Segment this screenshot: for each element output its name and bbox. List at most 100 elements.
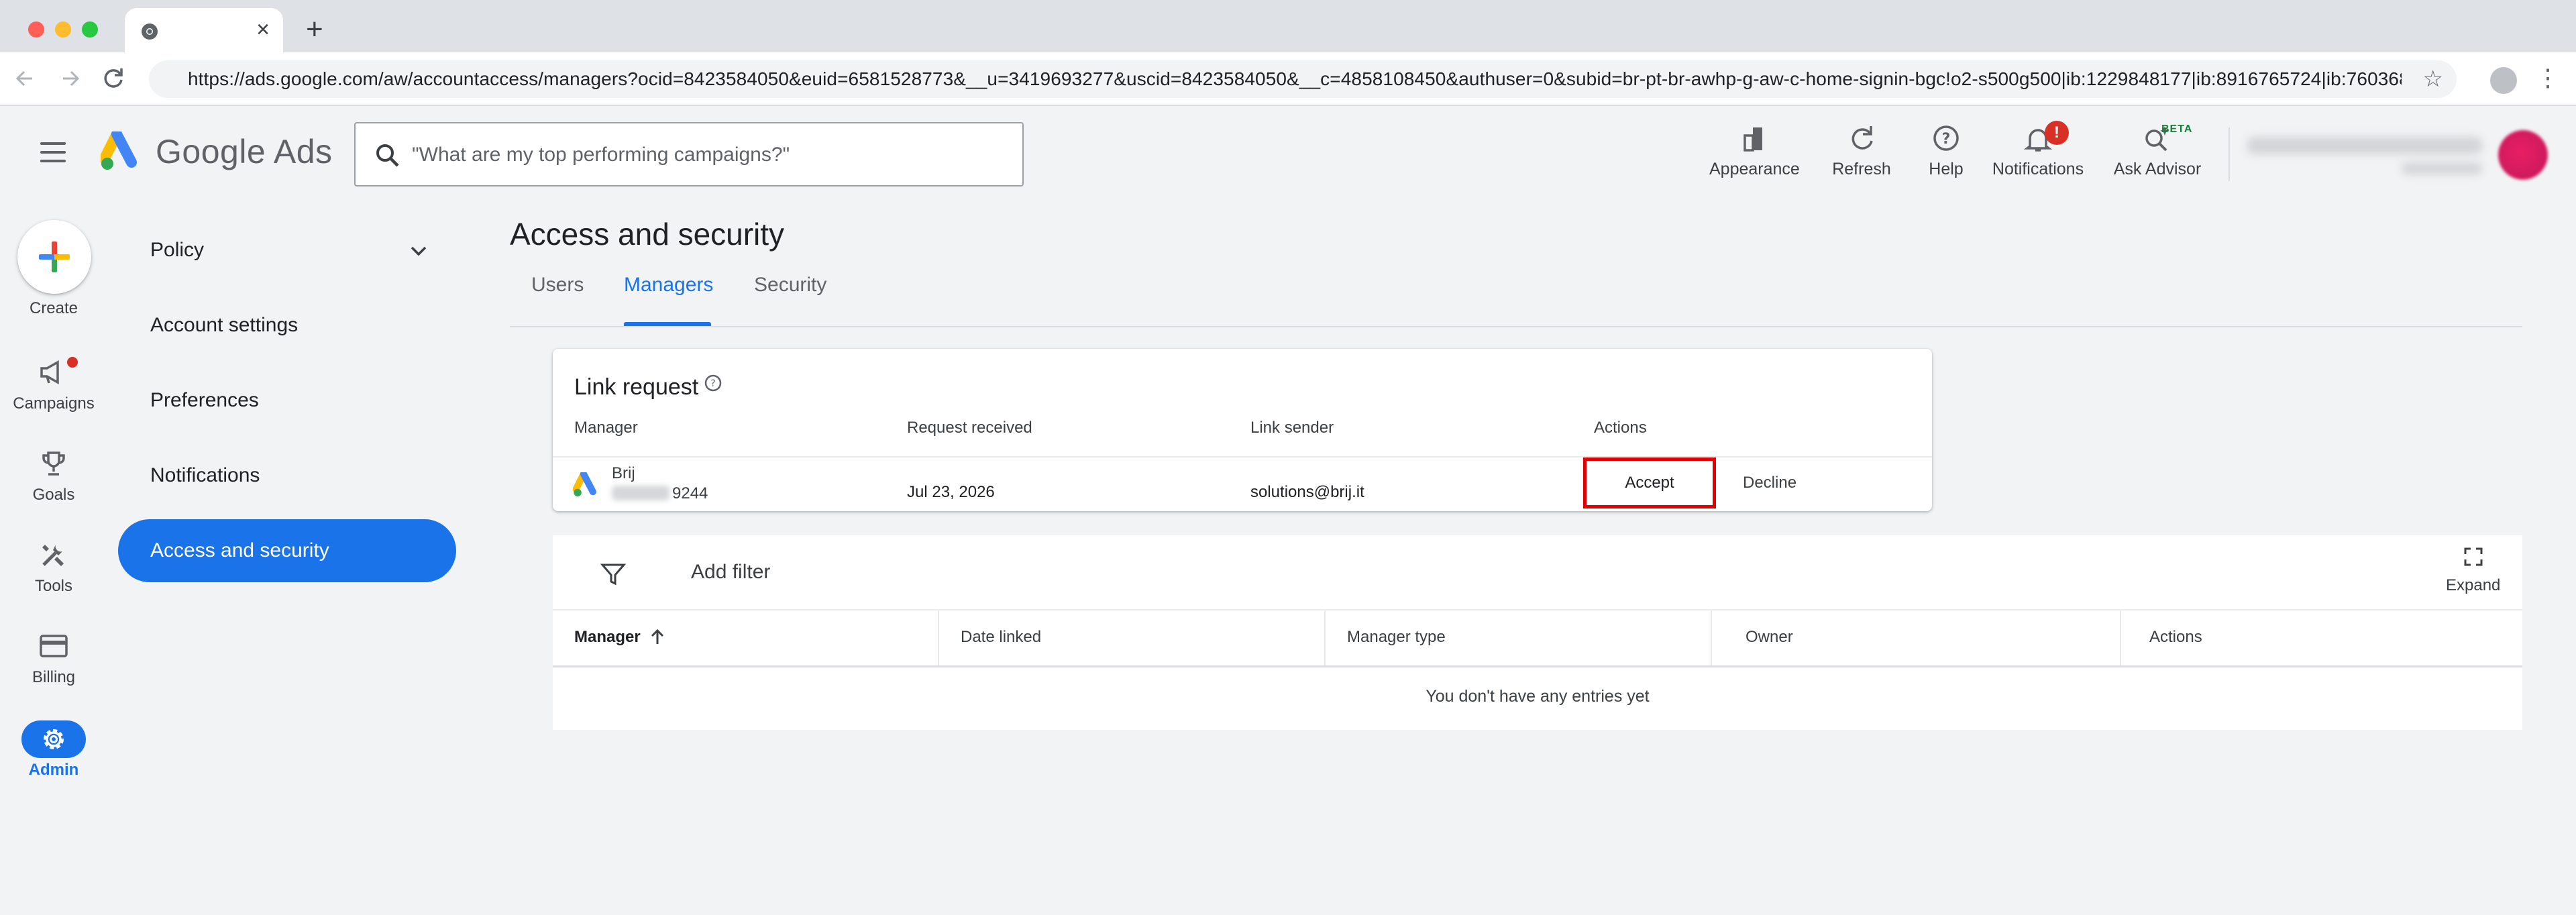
row-divider xyxy=(553,456,1932,458)
avatar[interactable] xyxy=(2498,130,2548,180)
gear-icon xyxy=(44,729,64,749)
trophy-icon xyxy=(42,451,65,476)
back-icon[interactable] xyxy=(15,62,35,105)
nav-item-notifications[interactable]: Notifications xyxy=(118,444,456,507)
ask-advisor-button[interactable]: BETA Ask Advisor xyxy=(2106,117,2208,179)
rail-item-campaigns[interactable]: Campaigns xyxy=(0,353,107,413)
managers-table-card: Add filter Expand Manager Date linked Ma… xyxy=(553,535,2522,730)
column-header-actions: Actions xyxy=(1594,419,1647,437)
refresh-icon xyxy=(1851,126,1873,150)
hamburger-menu-icon[interactable] xyxy=(40,142,66,162)
reload-icon[interactable] xyxy=(102,62,125,105)
search-icon xyxy=(374,142,401,172)
notifications-button[interactable]: ! Notifications xyxy=(1987,117,2089,179)
sort-ascending-icon[interactable] xyxy=(648,627,667,650)
tabs-divider xyxy=(510,326,2522,327)
rail-item-billing[interactable]: Billing xyxy=(0,627,107,687)
header-divider xyxy=(2229,127,2230,181)
page-title: Access and security xyxy=(510,217,785,252)
rail-item-tools[interactable]: Tools xyxy=(0,535,107,596)
rail-item-admin[interactable]: Admin xyxy=(0,720,107,779)
left-rail: Create Campaigns Goals Tools Billing Adm… xyxy=(0,201,107,915)
notification-badge: ! xyxy=(2045,121,2069,145)
svg-text:?: ? xyxy=(1942,131,1951,148)
column-header-link-sender: Link sender xyxy=(1250,419,1334,437)
tools-icon xyxy=(42,545,64,566)
column-divider xyxy=(1711,610,1712,665)
column-header-manager[interactable]: Manager xyxy=(574,628,641,647)
address-bar[interactable]: https://ads.google.com/aw/accountaccess/… xyxy=(149,60,2457,98)
notifications-label: Notifications xyxy=(1992,160,2084,178)
refresh-button[interactable]: Refresh xyxy=(1826,117,1897,179)
browser-tab[interactable]: × xyxy=(125,8,283,52)
manager-id-redacted xyxy=(612,486,669,500)
tab-security[interactable]: Security xyxy=(754,274,826,326)
manager-name: Brij xyxy=(612,464,635,482)
search-input[interactable] xyxy=(412,137,1002,173)
campaigns-icon xyxy=(40,360,59,384)
decline-button[interactable]: Decline xyxy=(1743,467,1796,499)
campaigns-alert-dot xyxy=(67,357,78,368)
account-id-redacted xyxy=(2402,162,2482,174)
column-divider xyxy=(1324,610,1326,665)
brand-name: Google Ads xyxy=(156,133,333,170)
expand-button[interactable]: Expand xyxy=(2446,546,2500,595)
svg-text:?: ? xyxy=(710,378,715,389)
appearance-label: Appearance xyxy=(1709,160,1800,178)
tab-users[interactable]: Users xyxy=(531,274,584,326)
nav-item-preferences[interactable]: Preferences xyxy=(118,369,456,432)
help-button[interactable]: ? Help xyxy=(1917,117,1975,179)
table-header-top-border xyxy=(553,609,2522,610)
window-minimize-button[interactable] xyxy=(55,21,71,38)
help-circle-icon: ? xyxy=(1933,125,1959,151)
search-box[interactable] xyxy=(354,122,1024,186)
app-header: Google Ads Appearance Refresh ? Help ! N… xyxy=(0,107,2576,201)
help-circle-icon[interactable]: ? xyxy=(703,373,723,396)
filter-icon[interactable] xyxy=(600,561,627,591)
accept-button[interactable]: Accept xyxy=(1583,458,1716,508)
appearance-button[interactable]: Appearance xyxy=(1709,117,1800,179)
help-label: Help xyxy=(1929,160,1964,178)
nav-item-account-settings[interactable]: Account settings xyxy=(118,294,456,357)
create-label: Create xyxy=(29,299,78,317)
google-ads-logo[interactable]: Google Ads xyxy=(101,131,333,172)
link-request-title: Link request xyxy=(574,374,699,400)
browser-tab-bar: × + xyxy=(0,0,2576,52)
column-header-owner[interactable]: Owner xyxy=(1746,628,1793,647)
tab-managers[interactable]: Managers xyxy=(624,274,713,326)
column-header-manager-type[interactable]: Manager type xyxy=(1347,628,1446,647)
column-header-actions: Actions xyxy=(2149,628,2202,646)
empty-state-message: You don't have any entries yet xyxy=(1426,687,1650,706)
column-divider xyxy=(2120,610,2121,665)
browser-toolbar: https://ads.google.com/aw/accountaccess/… xyxy=(0,52,2576,106)
create-button[interactable] xyxy=(17,220,91,294)
appearance-icon xyxy=(1743,127,1762,152)
google-ads-mark-icon xyxy=(572,470,601,501)
tab-close-icon[interactable]: × xyxy=(256,17,270,42)
bookmark-star-icon[interactable]: ☆ xyxy=(2423,66,2443,93)
add-filter-button[interactable]: Add filter xyxy=(691,561,770,584)
manager-id-suffix: 9244 xyxy=(672,484,708,502)
forward-icon[interactable] xyxy=(60,62,80,105)
browser-menu-icon[interactable]: ⋮ xyxy=(2536,64,2560,91)
address-url[interactable]: https://ads.google.com/aw/accountaccess/… xyxy=(188,68,2402,90)
google-ads-mark-icon xyxy=(101,131,137,170)
chevron-down-icon[interactable] xyxy=(408,240,429,265)
link-request-card: Link request ? Manager Request received … xyxy=(553,349,1932,511)
account-name-redacted[interactable] xyxy=(2247,137,2482,154)
window-close-button[interactable] xyxy=(28,21,44,38)
request-received-date: Jul 23, 2026 xyxy=(907,483,995,501)
ask-advisor-label: Ask Advisor xyxy=(2113,160,2202,178)
nav-item-policy[interactable]: Policy xyxy=(118,219,456,282)
rail-item-goals[interactable]: Goals xyxy=(0,444,107,504)
refresh-label: Refresh xyxy=(1832,160,1891,178)
expand-icon xyxy=(2464,547,2483,566)
window-zoom-button[interactable] xyxy=(82,21,98,38)
browser-profile-icon[interactable] xyxy=(2490,67,2517,94)
billing-icon xyxy=(40,635,68,657)
nav-item-access-and-security[interactable]: Access and security xyxy=(118,519,456,582)
column-header-date-linked[interactable]: Date linked xyxy=(961,628,1041,647)
new-tab-button[interactable]: + xyxy=(306,15,323,44)
chrome-favicon-icon xyxy=(141,23,158,44)
link-sender-email: solutions@brij.it xyxy=(1250,483,1364,501)
